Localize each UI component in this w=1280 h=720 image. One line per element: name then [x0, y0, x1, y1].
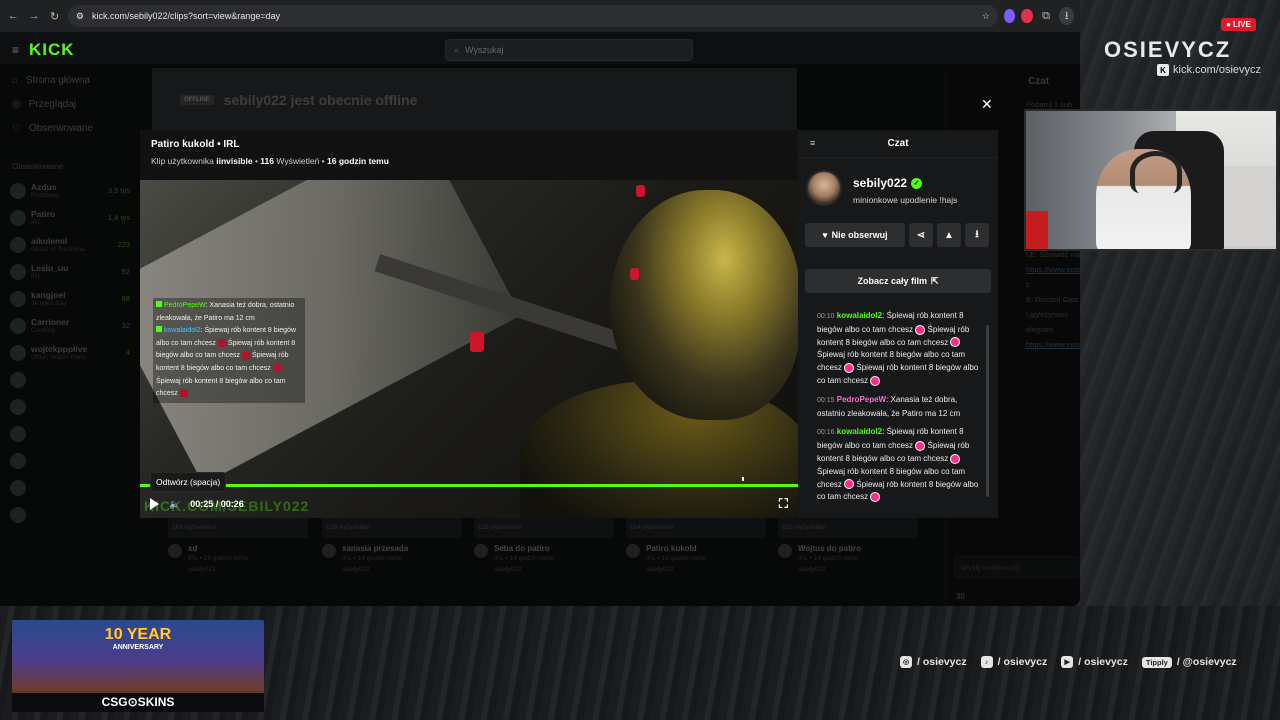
youtube-icon: ▶ [1061, 656, 1074, 668]
back-icon[interactable]: ← [6, 7, 21, 25]
report-button[interactable]: ▲ [937, 223, 961, 247]
horn-decoration [470, 332, 484, 352]
video-controls: 🔈 00:25 / 00:26 ⛶ [140, 492, 798, 516]
social-instagram: ◎ / osievycz [900, 656, 967, 668]
chat-header: ≡ Czat [798, 130, 998, 158]
extension-icon[interactable] [1021, 9, 1033, 23]
clip-views-count: 116 [260, 156, 275, 166]
external-link-icon: ⇱ [930, 275, 939, 286]
search-placeholder: Wyszukaj [465, 45, 504, 55]
chat-menu-icon[interactable]: ≡ [810, 138, 815, 148]
webcam-light [1026, 211, 1048, 249]
streamer-description: minionkowe upodlenie !hajs [853, 195, 958, 205]
volume-icon[interactable]: 🔈 [169, 499, 180, 510]
search-icon: ⌕ [454, 44, 460, 55]
streamer-kick-link: Kkick.com/osievycz [1157, 64, 1261, 76]
chat-title: Czat [887, 138, 909, 149]
kick-logo[interactable]: KICK [29, 40, 75, 60]
clip-subtitle: Klip użytkownika iinvisible • 116 Wyświe… [151, 156, 389, 166]
forward-icon[interactable]: → [27, 7, 42, 25]
streamer-avatar[interactable] [806, 170, 842, 206]
browser-window: ← → ↻ ⚙ kick.com/sebily022/clips?sort=vi… [0, 0, 1080, 606]
verified-icon: ✓ [911, 177, 923, 189]
heart-icon: ♥ [822, 230, 828, 240]
unfollow-button[interactable]: ♥ Nie obserwuj [805, 223, 905, 247]
promo-subtitle: ANNIVERSARY [112, 644, 164, 651]
video-frame-head [610, 190, 798, 420]
download-button[interactable]: ⭳ [965, 223, 989, 247]
streamer-name[interactable]: sebily022 ✓ [853, 176, 923, 190]
streamer-name-text: sebily022 [853, 176, 908, 190]
video-player[interactable]: PedroPepeW: Xanasia też dobra, ostatnio … [140, 180, 798, 518]
share-icon: ⋖ [916, 229, 926, 241]
social-handle: / osievycz [1078, 656, 1128, 668]
unfollow-label: Nie obserwuj [831, 230, 888, 240]
action-buttons: ♥ Nie obserwuj ⋖ ▲ ⭳ [805, 223, 989, 247]
download-icon[interactable]: ⭳ [1059, 7, 1074, 25]
chat-scrollbar[interactable] [986, 325, 989, 497]
clip-time: 16 godzin temu [327, 156, 389, 166]
play-icon[interactable] [150, 498, 159, 510]
sponsor-banner: 10 YEAR ANNIVERSARY CSG⊙SKINS [12, 620, 264, 712]
address-bar[interactable]: ⚙ kick.com/sebily022/clips?sort=view&ran… [67, 5, 998, 27]
instagram-icon: ◎ [900, 656, 912, 668]
play-tooltip: Odtwórz (spacja) [150, 472, 227, 492]
hamburger-menu-icon[interactable]: ≡ [12, 43, 19, 57]
social-tipply: Tipply / @osievycz [1141, 656, 1237, 668]
tipply-icon: Tipply [1141, 656, 1172, 668]
chat-message: 00:16 kowalaidol2: Śpiewaj rób kontent 8… [817, 427, 979, 503]
burned-chat-line: PedroPepeW: Xanasia też dobra, ostatnio … [156, 301, 295, 322]
promo-brand: CSG⊙SKINS [12, 693, 264, 712]
progress-marker [742, 477, 744, 481]
social-handle: / osievycz [917, 656, 967, 668]
search-input[interactable]: ⌕ Wyszukaj [445, 39, 693, 61]
social-youtube: ▶ / osievycz [1061, 656, 1128, 668]
bookmark-star-icon[interactable]: ☆ [982, 11, 990, 22]
warning-icon: ▲ [944, 229, 954, 241]
tiktok-icon: ♪ [980, 656, 993, 668]
social-handle: / osievycz [997, 656, 1048, 668]
burned-in-chat: PedroPepeW: Xanasia też dobra, ostatnio … [153, 298, 305, 403]
headphones-icon [1130, 151, 1182, 193]
chat-message: 00:10 kowalaidol2: Śpiewaj rób kontent 8… [817, 311, 979, 386]
clip-chat-panel: ≡ Czat sebily022 ✓ minionkowe upodlenie !… [798, 130, 998, 518]
clip-views-label: Wyświetleń [276, 156, 320, 166]
extensions-puzzle-icon[interactable]: ⧉ [1039, 7, 1054, 25]
download-icon: ⭳ [975, 228, 979, 240]
fullscreen-icon[interactable]: ⛶ [779, 496, 788, 512]
chat-messages: 00:10 kowalaidol2: Śpiewaj rób kontent 8… [817, 310, 987, 510]
video-time: 00:25 / 00:26 [190, 499, 244, 509]
streamer-card: sebily022 ✓ minionkowe upodlenie !hajs [806, 170, 991, 210]
brand-link-text: kick.com/osievycz [1173, 64, 1262, 76]
horn-decoration [630, 268, 639, 280]
watch-label: Zobacz cały film [857, 276, 927, 286]
share-button[interactable]: ⋖ [909, 223, 933, 247]
clip-creator[interactable]: iinvisible [216, 156, 252, 166]
reload-icon[interactable]: ↻ [47, 7, 62, 25]
horn-decoration [636, 185, 645, 197]
social-handle: / @osievycz [1176, 656, 1237, 668]
clip-sub-prefix: Klip użytkownika [151, 156, 214, 166]
url-text: kick.com/sebily022/clips?sort=view&range… [92, 11, 281, 21]
video-progress-bar[interactable] [140, 484, 798, 487]
close-icon[interactable]: ✕ [981, 96, 993, 113]
watch-full-video-button[interactable]: Zobacz cały film ⇱ [805, 269, 991, 293]
extension-icon[interactable] [1003, 9, 1016, 23]
kick-icon: K [1157, 64, 1169, 76]
social-links: ◎ / osievycz ♪ / osievycz ▶ / osievycz Tipp… [900, 656, 1237, 668]
streamer-brand: OSIEVYCZ [1104, 37, 1232, 62]
site-info-icon[interactable]: ⚙ [76, 11, 84, 22]
promo-title: 10 YEAR [104, 626, 172, 643]
live-badge: ● LIVE [1221, 18, 1256, 31]
clip-title: Patiro kukold • IRL [151, 139, 240, 150]
browser-toolbar: ← → ↻ ⚙ kick.com/sebily022/clips?sort=vi… [0, 0, 1080, 32]
webcam-overlay [1024, 109, 1278, 251]
social-tiktok: ♪ / osievycz [980, 656, 1048, 668]
chat-message: 00:15 PedroPepeW: Xanasia też dobra, ost… [817, 394, 961, 418]
burned-chat-line: kowalaidol2: Śpiewaj rób kontent 8 biegó… [156, 326, 296, 398]
clip-video-modal: Patiro kukold • IRL Klip użytkownika iin… [140, 130, 798, 518]
